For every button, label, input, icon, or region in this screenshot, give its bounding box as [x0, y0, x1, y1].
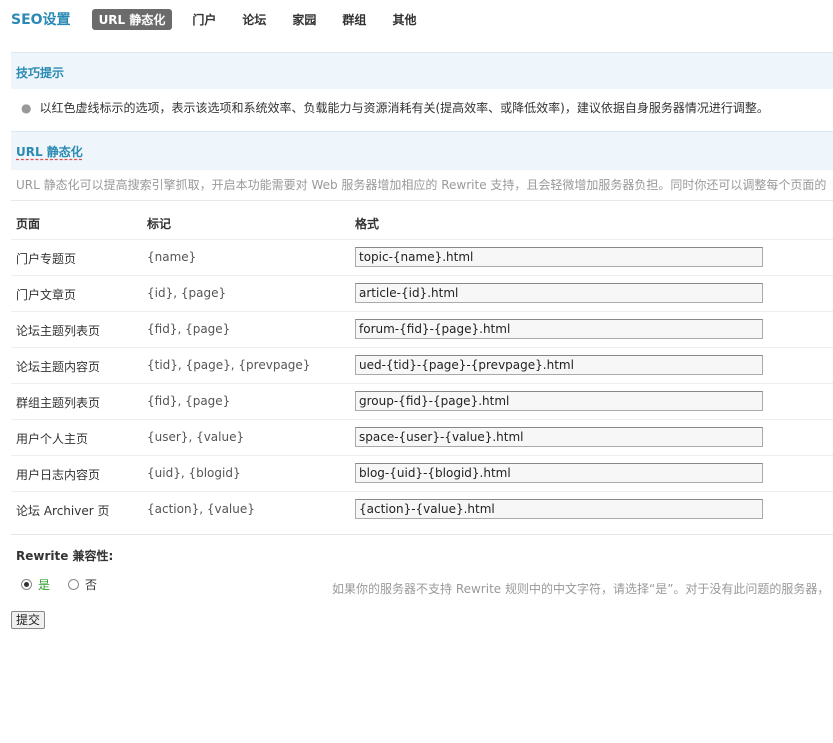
rewrite-yes-label[interactable]: 是 [38, 576, 50, 593]
table-row: 门户文章页 {id}, {page} [11, 275, 833, 312]
row-page-name: 论坛 Archiver 页 [16, 504, 110, 518]
row-page-name: 论坛主题内容页 [16, 360, 101, 374]
table-row: 群组主题列表页 {fid}, {page} [11, 383, 833, 420]
submit-button[interactable]: 提交 [11, 611, 46, 629]
tab-portal[interactable]: 门户 [186, 9, 222, 30]
row-page-name: 门户文章页 [16, 288, 77, 302]
table-row: 论坛主题列表页 {fid}, {page} [11, 311, 833, 348]
format-input[interactable] [355, 283, 763, 303]
rewrite-label: Rewrite 兼容性: [16, 549, 114, 563]
row-page-name: 用户个人主页 [16, 432, 89, 446]
row-marker: {uid}, {blogid} [147, 466, 241, 480]
tab-home[interactable]: 家园 [286, 9, 322, 30]
table-row: 用户个人主页 {user}, {value} [11, 419, 833, 456]
tip-item: ● 以红色虚线标示的选项，表示该选项和系统效率、负载能力与资源消耗有关(提高效率、… [21, 99, 769, 116]
divider [11, 534, 833, 535]
column-header-format: 格式 [355, 217, 380, 231]
row-page-name: 门户专题页 [16, 252, 77, 266]
row-marker: {action}, {value} [147, 502, 255, 516]
column-header-marker: 标记 [147, 217, 172, 231]
tab-url-static[interactable]: URL 静态化 [91, 8, 173, 30]
row-marker: {tid}, {page}, {prevpage} [147, 358, 311, 372]
tab-forum[interactable]: 论坛 [236, 9, 272, 30]
rewrite-yes-radio[interactable] [21, 579, 32, 590]
tips-title: 技巧提示 [16, 66, 65, 80]
row-marker: {name} [147, 250, 197, 264]
rewrite-no-radio[interactable] [68, 579, 80, 590]
format-input[interactable] [355, 355, 763, 375]
url-static-header: URL 静态化 [11, 131, 833, 170]
format-input[interactable] [355, 499, 763, 519]
row-marker: {user}, {value} [147, 430, 245, 444]
tab-other[interactable]: 其他 [386, 9, 422, 30]
format-input[interactable] [355, 463, 763, 483]
format-input[interactable] [355, 427, 763, 447]
top-nav: SEO设置 URL 静态化 门户 论坛 家园 群组 其他 [11, 8, 436, 30]
row-page-name: 群组主题列表页 [16, 396, 101, 410]
row-marker: {fid}, {page} [147, 322, 231, 336]
table-row: 论坛主题内容页 {tid}, {page}, {prevpage} [11, 347, 833, 384]
rewrite-comment: 如果你的服务器不支持 Rewrite 规则中的中文字符，请选择“是”。对于没有此… [332, 582, 830, 596]
row-page-name: 用户日志内容页 [16, 468, 101, 482]
url-static-title: URL 静态化 [16, 145, 83, 159]
url-static-description: URL 静态化可以提高搜索引擎抓取，开启本功能需要对 Web 服务器增加相应的 … [16, 178, 827, 192]
format-input[interactable] [355, 247, 763, 267]
table-row: 门户专题页 {name} [11, 239, 833, 276]
rewrite-radio-group: 是 否 [21, 576, 97, 593]
tip-text: 以红色虚线标示的选项，表示该选项和系统效率、负载能力与资源消耗有关(提高效率、或… [39, 101, 769, 115]
table-row: 用户日志内容页 {uid}, {blogid} [11, 455, 833, 492]
table-row: 论坛 Archiver 页 {action}, {value} [11, 491, 833, 528]
tab-group[interactable]: 群组 [336, 9, 372, 30]
row-marker: {id}, {page} [147, 286, 227, 300]
page-title: SEO设置 [11, 12, 71, 28]
column-header-page: 页面 [16, 217, 41, 231]
bullet-icon: ● [21, 101, 32, 115]
row-page-name: 论坛主题列表页 [16, 324, 101, 338]
format-input[interactable] [355, 319, 763, 339]
row-marker: {fid}, {page} [147, 394, 231, 408]
rewrite-no-label[interactable]: 否 [85, 576, 97, 593]
divider [11, 200, 833, 201]
tips-header: 技巧提示 [11, 52, 833, 89]
format-input[interactable] [355, 391, 763, 411]
